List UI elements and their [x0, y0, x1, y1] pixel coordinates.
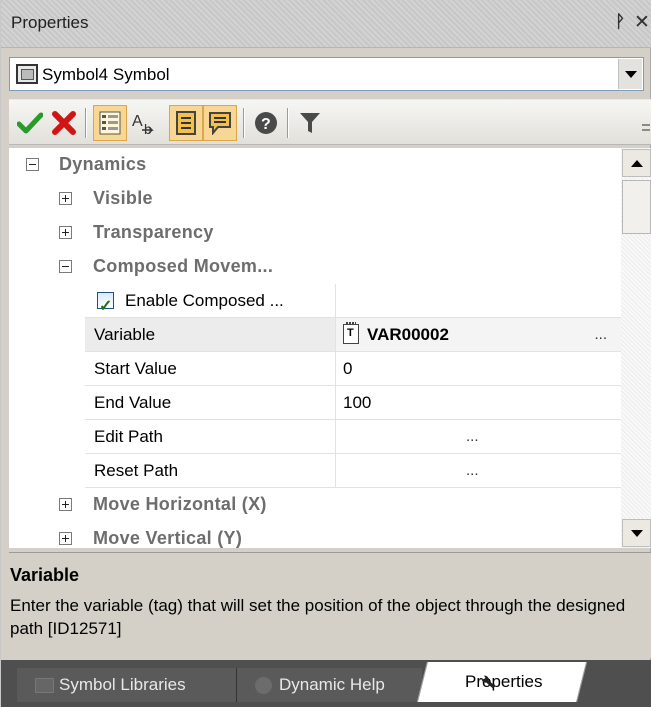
property-row-reset-path[interactable]: Reset Path ... — [9, 454, 621, 488]
description-title: Variable — [10, 565, 80, 585]
property-name: Edit Path — [85, 420, 336, 454]
scroll-up-arrow-icon[interactable] — [622, 149, 651, 177]
start-value-field[interactable]: 0 — [336, 352, 621, 386]
tab-symbol-libraries[interactable]: Symbol Libraries — [17, 668, 237, 702]
scroll-down-arrow-icon[interactable] — [622, 519, 651, 547]
bottom-tab-strip: Symbol Libraries Dynamic Help Properties — [1, 660, 651, 707]
categorized-view-button[interactable] — [93, 105, 127, 141]
category-label: Move Horizontal (X) — [93, 494, 267, 514]
enable-composed-checkbox[interactable] — [97, 290, 114, 323]
category-label: Visible — [93, 188, 153, 208]
object-selector[interactable]: Symbol4 Symbol — [9, 57, 644, 91]
category-label: Dynamics — [59, 154, 147, 174]
help-button[interactable]: ? — [249, 105, 283, 141]
description-panel: Variable Enter the variable (tag) that w… — [9, 552, 651, 658]
property-row-variable[interactable]: Variable VAR00002 ... — [9, 318, 621, 352]
vertical-scrollbar[interactable] — [621, 148, 651, 548]
description-text: Enter the variable (tag) that will set t… — [10, 596, 626, 638]
chevron-down-icon[interactable] — [618, 59, 642, 89]
panel-title: Properties — [11, 13, 89, 32]
property-name: Reset Path — [85, 454, 336, 488]
tab-label: Properties — [465, 672, 543, 691]
tab-dynamic-help[interactable]: Dynamic Help — [237, 668, 422, 702]
close-icon[interactable]: ✕ — [634, 11, 650, 34]
tab-label: Dynamic Help — [279, 675, 385, 694]
property-value[interactable]: ... — [336, 420, 621, 454]
category-row-move-horizontal[interactable]: Move Horizontal (X) — [9, 488, 621, 522]
property-name: Start Value — [85, 352, 336, 386]
property-value[interactable]: ... — [336, 454, 621, 488]
description-toggle-button[interactable] — [169, 105, 203, 141]
tab-label: Symbol Libraries — [59, 675, 186, 694]
alphabetical-view-button[interactable]: Ab — [129, 105, 163, 141]
cancel-button[interactable] — [47, 105, 81, 141]
filter-icon — [300, 113, 320, 133]
category-row-visible[interactable]: Visible — [9, 182, 621, 216]
filter-button[interactable] — [293, 105, 327, 141]
red-x-icon — [52, 111, 76, 135]
property-name: End Value — [85, 386, 336, 420]
property-row-start-value[interactable]: Start Value 0 — [9, 352, 621, 386]
svg-text:?: ? — [261, 116, 271, 133]
category-row-move-vertical[interactable]: Move Vertical (Y) — [9, 522, 621, 548]
property-name: Enable Composed ... — [85, 284, 336, 323]
category-row-transparency[interactable]: Transparency — [9, 216, 621, 250]
variable-value: VAR00002 — [367, 325, 449, 344]
alphabetical-icon: Ab — [132, 113, 154, 136]
comment-toggle-button[interactable] — [203, 105, 237, 141]
toolbar-separator — [85, 108, 87, 138]
category-label: Transparency — [93, 222, 214, 242]
expand-icon[interactable] — [59, 498, 72, 511]
scrollbar-thumb[interactable] — [622, 180, 651, 234]
property-grid: Dynamics Visible Transparency Composed M… — [9, 148, 621, 548]
reset-path-button[interactable]: ... — [466, 454, 479, 487]
library-icon — [35, 678, 54, 693]
category-label: Move Vertical (Y) — [93, 528, 243, 548]
property-row-end-value[interactable]: End Value 100 — [9, 386, 621, 420]
tag-icon — [343, 322, 359, 344]
end-value-field[interactable]: 100 — [336, 386, 621, 420]
expand-icon[interactable] — [59, 192, 72, 205]
property-name: Variable — [85, 318, 336, 352]
toolbar-separator — [243, 108, 245, 138]
property-row-edit-path[interactable]: Edit Path ... — [9, 420, 621, 454]
edit-path-button[interactable]: ... — [466, 420, 479, 453]
property-value[interactable]: VAR00002 ... — [336, 318, 621, 352]
category-row-composed-movement[interactable]: Composed Movem... — [9, 250, 621, 284]
toolbar-separator — [287, 108, 289, 138]
categorized-icon — [99, 111, 121, 135]
question-icon: ? — [255, 112, 277, 134]
toolbar-overflow-grip[interactable] — [642, 116, 650, 140]
collapse-icon[interactable] — [59, 260, 72, 273]
comment-icon — [209, 112, 231, 135]
tab-properties[interactable]: Properties — [417, 662, 587, 702]
symbol-icon — [16, 64, 38, 84]
svg-text:A: A — [132, 113, 143, 130]
collapse-icon[interactable] — [26, 158, 39, 171]
apply-button[interactable] — [13, 105, 47, 141]
expand-icon[interactable] — [59, 532, 72, 545]
property-label: Enable Composed ... — [125, 291, 284, 310]
description-icon — [176, 111, 196, 135]
checkmark-icon — [17, 112, 43, 134]
expand-icon[interactable] — [59, 226, 72, 239]
help-icon — [255, 677, 272, 694]
category-row-dynamics[interactable]: Dynamics — [9, 148, 621, 182]
properties-window: Properties ᚹ ✕ Symbol4 Symbol Ab ? Dynam… — [0, 0, 651, 707]
pin-icon[interactable]: ᚹ — [615, 12, 625, 32]
property-row-enable-composed[interactable]: Enable Composed ... — [9, 284, 621, 323]
wrench-icon — [481, 675, 496, 689]
title-bar: Properties ᚹ ✕ — [1, 0, 651, 48]
variable-browse-button[interactable]: ... — [594, 318, 607, 351]
category-label: Composed Movem... — [93, 256, 274, 276]
property-value[interactable] — [336, 284, 621, 318]
properties-toolbar: Ab ? — [9, 99, 651, 145]
object-selector-value: Symbol4 Symbol — [42, 65, 170, 84]
